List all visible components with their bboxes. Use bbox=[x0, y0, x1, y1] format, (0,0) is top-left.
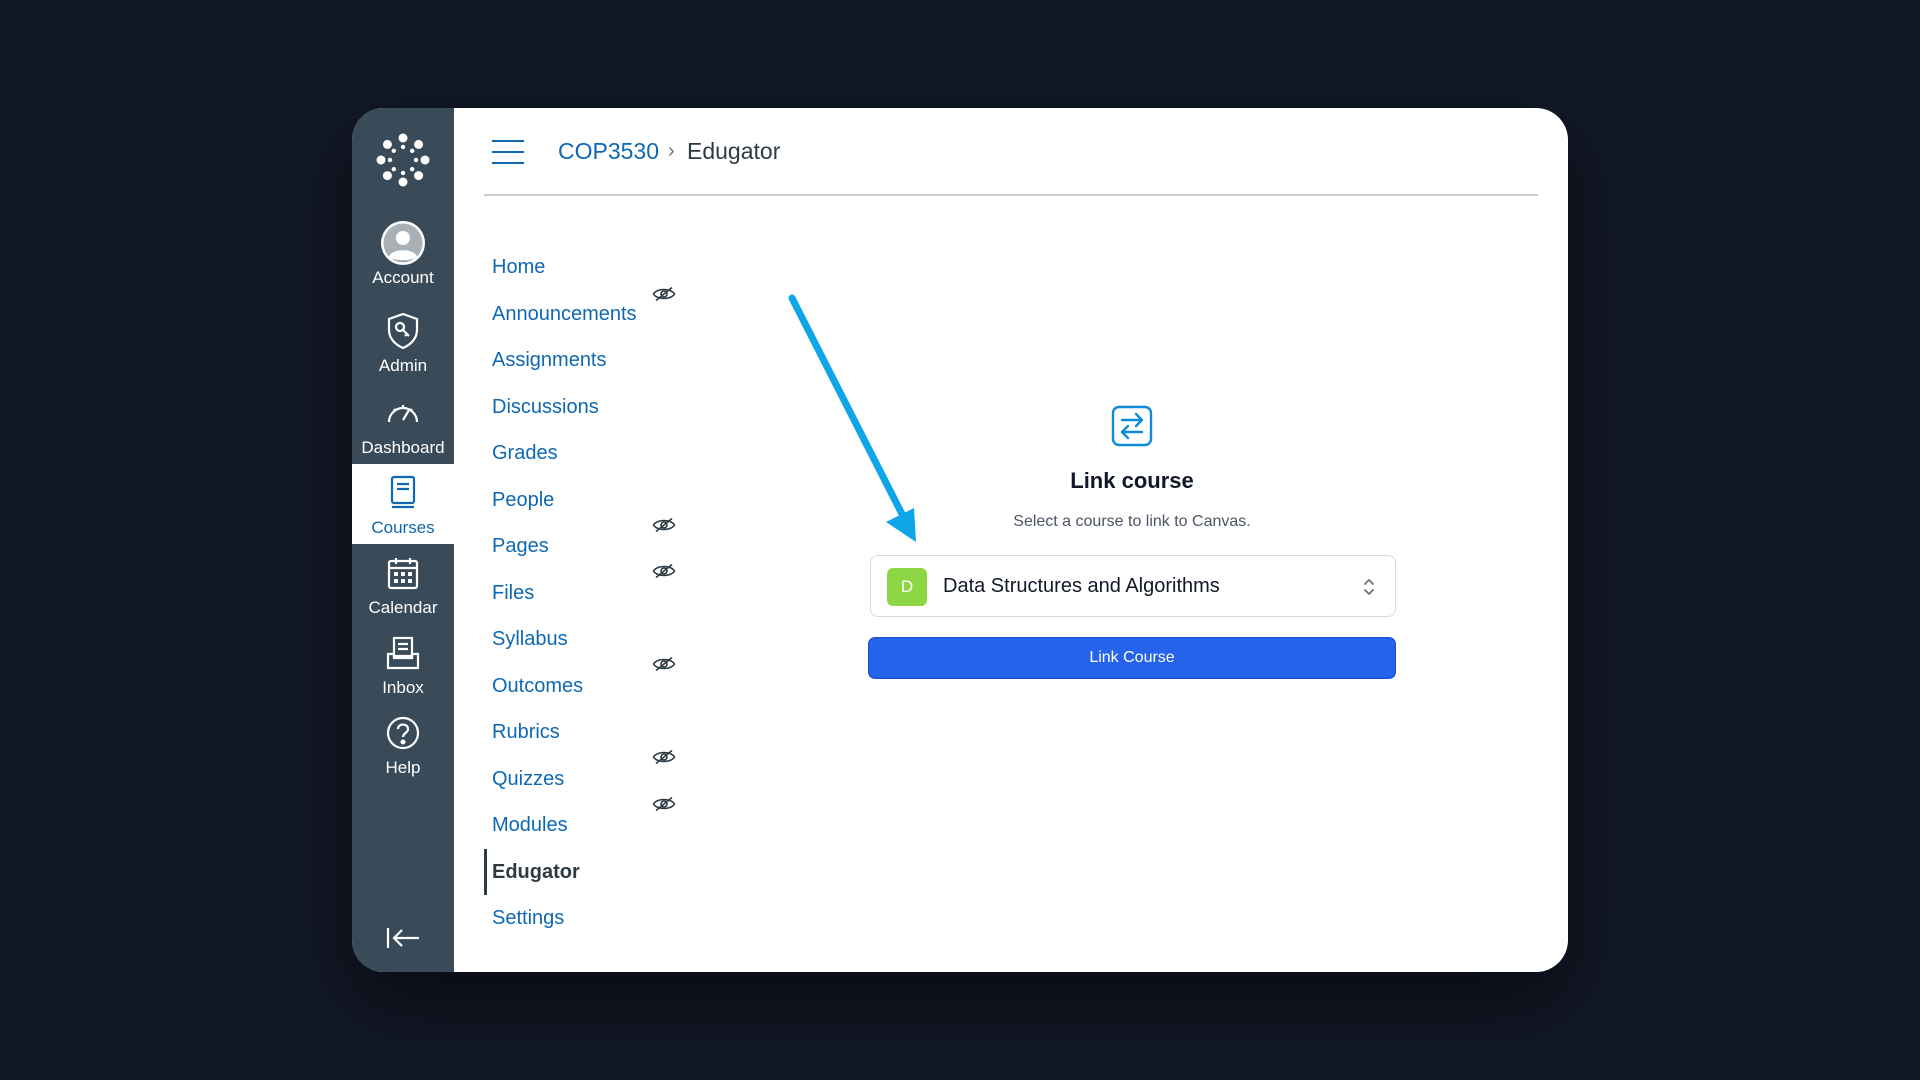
course-nav-outcomes-label: Outcomes bbox=[492, 674, 584, 697]
global-nav-courses-label: Courses bbox=[371, 518, 435, 537]
course-initial-badge: D bbox=[887, 568, 927, 606]
book-icon bbox=[388, 470, 418, 516]
course-nav-syllabus-label: Syllabus bbox=[492, 627, 568, 650]
canvas-logo-icon[interactable] bbox=[352, 130, 454, 190]
link-arrows-icon bbox=[1111, 405, 1153, 447]
course-nav-modules[interactable]: Modules bbox=[484, 808, 684, 842]
course-nav-people[interactable]: People bbox=[484, 483, 684, 517]
global-nav: Account Admin Dashboard Courses Calendar… bbox=[352, 108, 454, 972]
course-nav-files-label: Files bbox=[492, 581, 535, 604]
course-nav-pages[interactable]: Pages bbox=[484, 529, 684, 563]
course-nav-edugator[interactable]: Edugator bbox=[484, 849, 684, 895]
course-nav-edugator-label: Edugator bbox=[492, 860, 580, 883]
breadcrumb-separator: › bbox=[668, 140, 675, 162]
inbox-icon bbox=[386, 630, 420, 676]
course-nav-discussions[interactable]: Discussions bbox=[484, 390, 684, 424]
global-nav-courses[interactable]: Courses bbox=[352, 464, 454, 544]
breadcrumb-current: Edugator bbox=[687, 138, 781, 164]
course-select[interactable]: D Data Structures and Algorithms bbox=[870, 555, 1396, 617]
course-nav-quizzes-label: Quizzes bbox=[492, 767, 565, 790]
link-course-title: Link course bbox=[1070, 468, 1194, 493]
global-nav-account-label: Account bbox=[372, 268, 434, 287]
course-nav-pages-label: Pages bbox=[492, 534, 549, 557]
hamburger-menu-icon[interactable] bbox=[492, 140, 524, 166]
eye-slash-icon bbox=[652, 749, 676, 765]
course-nav-grades[interactable]: Grades bbox=[484, 436, 684, 470]
course-nav-assignments-label: Assignments bbox=[492, 348, 607, 371]
shield-key-icon bbox=[386, 308, 420, 354]
global-nav-account[interactable]: Account bbox=[352, 220, 454, 300]
eye-slash-icon bbox=[652, 563, 676, 579]
global-nav-calendar-label: Calendar bbox=[368, 598, 438, 617]
course-nav-rubrics-label: Rubrics bbox=[492, 720, 560, 743]
global-nav-inbox-label: Inbox bbox=[382, 678, 424, 697]
global-nav-help-label: Help bbox=[385, 758, 421, 777]
help-icon bbox=[386, 710, 420, 756]
course-nav-discussions-label: Discussions bbox=[492, 395, 599, 418]
user-avatar-icon bbox=[379, 220, 427, 266]
global-nav-admin[interactable]: Admin bbox=[352, 308, 454, 384]
course-nav-quizzes[interactable]: Quizzes bbox=[484, 762, 684, 796]
course-nav-modules-label: Modules bbox=[492, 813, 568, 836]
course-nav-files[interactable]: Files bbox=[484, 576, 684, 610]
global-nav-dashboard-label: Dashboard bbox=[361, 438, 445, 457]
eye-slash-icon bbox=[652, 286, 676, 302]
eye-slash-icon bbox=[652, 656, 676, 672]
global-nav-dashboard[interactable]: Dashboard bbox=[352, 390, 454, 462]
course-nav-home-label: Home bbox=[492, 255, 546, 278]
link-course-subtitle: Select a course to link to Canvas. bbox=[1013, 513, 1251, 530]
collapse-nav-icon[interactable] bbox=[352, 920, 454, 956]
eye-slash-icon bbox=[652, 517, 676, 533]
breadcrumb-course-link[interactable]: COP3530 bbox=[558, 138, 659, 165]
course-nav-settings-label: Settings bbox=[492, 906, 565, 929]
global-nav-help[interactable]: Help bbox=[352, 710, 454, 786]
speedometer-icon bbox=[385, 390, 421, 436]
global-nav-inbox[interactable]: Inbox bbox=[352, 630, 454, 706]
chevron-up-down-icon bbox=[1364, 579, 1374, 595]
course-nav-syllabus[interactable]: Syllabus bbox=[484, 622, 684, 656]
course-nav-announcements[interactable]: Announcements bbox=[484, 297, 684, 331]
course-nav-home[interactable]: Home bbox=[484, 250, 684, 284]
course-nav-announcements-label: Announcements bbox=[492, 302, 637, 325]
global-nav-calendar[interactable]: Calendar bbox=[352, 550, 454, 626]
course-nav-rubrics[interactable]: Rubrics bbox=[484, 715, 684, 749]
eye-slash-icon bbox=[652, 796, 676, 812]
global-nav-admin-label: Admin bbox=[378, 356, 428, 375]
app-window: Account Admin Dashboard Courses Calendar… bbox=[352, 108, 1568, 972]
header-divider bbox=[484, 194, 1538, 196]
course-select-value: Data Structures and Algorithms bbox=[943, 575, 1220, 597]
course-nav-people-label: People bbox=[492, 488, 555, 511]
course-nav-grades-label: Grades bbox=[492, 441, 558, 464]
course-nav-assignments[interactable]: Assignments bbox=[484, 343, 684, 377]
calendar-icon bbox=[387, 550, 419, 596]
course-nav-outcomes[interactable]: Outcomes bbox=[484, 669, 684, 703]
course-nav-settings[interactable]: Settings bbox=[484, 901, 684, 935]
link-course-button[interactable]: Link Course bbox=[868, 637, 1396, 679]
